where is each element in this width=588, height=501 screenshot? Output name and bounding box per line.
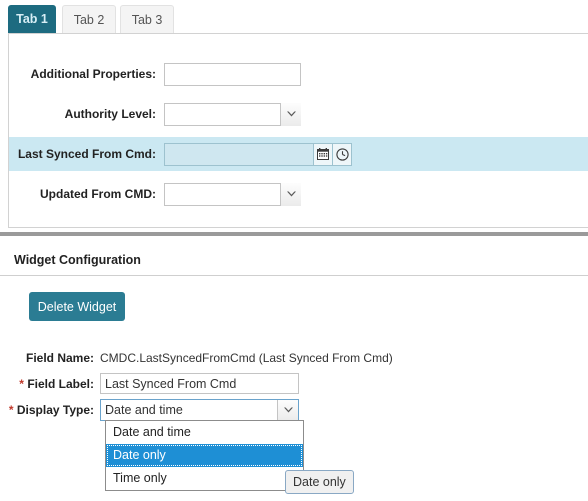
field-name-row: Field Name: CMDC.LastSyncedFromCmd (Last… [0,351,393,365]
dropdown-option-time-only[interactable]: Time only [106,467,303,490]
widget-configuration-title: Widget Configuration [14,253,141,267]
tab-2[interactable]: Tab 2 [62,5,116,33]
form-row-updated-from-cmd: Updated From CMD: [9,177,588,211]
field-label-text: Field Label: [27,376,94,391]
last-synced-from-cmd-input[interactable] [165,143,313,165]
form-panel: Additional Properties: Authority Level: … [8,33,588,228]
display-type-value: Date and time [105,403,183,417]
widget-configuration-rule [0,275,588,276]
section-divider [0,231,588,236]
updated-from-cmd-select-wrap[interactable] [164,182,301,206]
tab-1-label: Tab 1 [16,12,48,26]
clock-icon[interactable] [332,143,351,165]
required-asterisk: * [8,403,14,417]
field-label-input[interactable] [100,373,299,394]
display-type-label: * Display Type: [0,403,100,417]
chevron-down-icon[interactable] [280,182,301,206]
authority-level-label: Authority Level: [64,107,156,121]
form-row-last-synced-from-cmd: Last Synced From Cmd: [9,137,588,171]
tab-strip: Tab 1 Tab 2 Tab 3 [0,0,588,33]
calendar-icon[interactable] [313,143,332,165]
dropdown-option-date-and-time[interactable]: Date and time [106,421,303,444]
form-row-additional-properties: Additional Properties: [9,57,588,91]
tab-3-label: Tab 3 [131,12,163,27]
field-label-row: * Field Label: [0,373,299,394]
updated-from-cmd-label: Updated From CMD: [40,187,156,201]
form-row-authority-level: Authority Level: [9,97,588,131]
tooltip: Date only [285,470,354,494]
display-type-row: * Display Type: Date and time [0,399,299,421]
tab-3[interactable]: Tab 3 [120,5,174,33]
last-synced-from-cmd-label: Last Synced From Cmd: [17,147,156,161]
required-asterisk: * [19,376,24,391]
field-name-value: CMDC.LastSyncedFromCmd (Last Synced From… [100,351,393,365]
last-synced-from-cmd-group [164,142,352,166]
tab-2-label: Tab 2 [73,12,105,27]
authority-level-select-wrap[interactable] [164,102,301,126]
chevron-down-icon[interactable] [277,400,298,420]
additional-properties-input[interactable] [164,62,301,86]
field-name-label: Field Name: [25,351,94,365]
additional-properties-label: Additional Properties: [30,67,156,81]
display-type-dropdown-list: Date and time Date only Time only [105,420,304,491]
display-type-select[interactable]: Date and time [100,399,299,421]
dropdown-option-date-only[interactable]: Date only [106,444,303,467]
chevron-down-icon[interactable] [280,102,301,126]
delete-widget-button[interactable]: Delete Widget [29,292,125,321]
field-label-label: * Field Label: [0,377,100,391]
tab-1[interactable]: Tab 1 [8,5,56,33]
display-type-text: Display Type: [16,403,94,417]
